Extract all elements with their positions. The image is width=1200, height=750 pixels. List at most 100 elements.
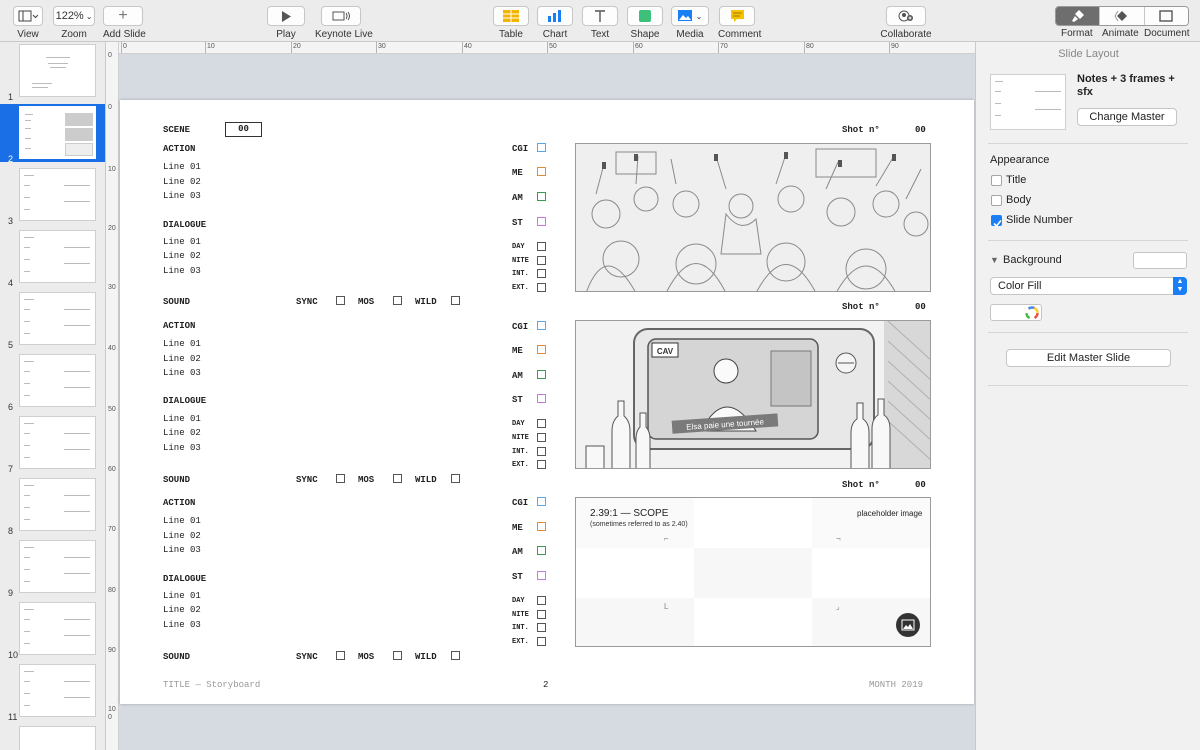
nite-checkbox[interactable] <box>537 256 546 265</box>
slide-thumbnail-3[interactable]: 3 <box>0 166 105 226</box>
storyboard-frame-3-placeholder[interactable]: 2.39:1 — SCOPE (sometimes referred to as… <box>575 497 931 647</box>
sync-checkbox[interactable] <box>336 651 345 660</box>
action-line: Line 03 <box>163 368 201 378</box>
add-slide-button[interactable]: + <box>103 6 143 26</box>
text-button[interactable] <box>582 6 618 26</box>
table-button[interactable] <box>493 6 529 26</box>
inspector-tabs[interactable] <box>1055 6 1189 26</box>
slide-number: 7 <box>8 464 14 474</box>
slide-thumbnail-12[interactable] <box>0 724 105 750</box>
media-placeholder-button[interactable] <box>896 613 920 637</box>
background-color-well[interactable] <box>1133 252 1187 269</box>
animate-tab[interactable] <box>1099 7 1144 25</box>
mos-checkbox[interactable] <box>393 474 402 483</box>
collaborate-button[interactable] <box>886 6 926 26</box>
play-control[interactable]: Play <box>267 6 305 40</box>
zoom-select[interactable]: 122% ⌄ <box>53 6 95 26</box>
wild-checkbox[interactable] <box>451 474 460 483</box>
me-checkbox[interactable] <box>537 167 546 176</box>
am-checkbox[interactable] <box>537 546 546 555</box>
dialogue-line: Line 01 <box>163 237 201 247</box>
nite-checkbox[interactable] <box>537 433 546 442</box>
view-control[interactable]: View <box>12 6 44 40</box>
st-checkbox[interactable] <box>537 571 546 580</box>
storyboard-frame-2[interactable]: Elsa paie une tournée CAV <box>575 320 931 469</box>
st-checkbox[interactable] <box>537 217 546 226</box>
day-checkbox[interactable] <box>537 596 546 605</box>
int-checkbox[interactable] <box>537 269 546 278</box>
fill-type-select[interactable]: Color Fill ▲ ▼ <box>990 277 1187 295</box>
chart-control[interactable]: Chart <box>537 6 573 40</box>
ruler-mark: 90 <box>891 43 899 50</box>
scene-number-box[interactable]: 00 <box>225 122 262 137</box>
mos-checkbox[interactable] <box>393 296 402 305</box>
ext-checkbox[interactable] <box>537 637 546 646</box>
cgi-checkbox[interactable] <box>537 143 546 152</box>
int-checkbox[interactable] <box>537 623 546 632</box>
title-checkbox[interactable] <box>991 175 1002 186</box>
play-button[interactable] <box>267 6 305 26</box>
shot-label: Shot n° <box>842 302 880 312</box>
dialogue-line: Line 03 <box>163 266 201 276</box>
master-thumbnail[interactable] <box>990 74 1066 130</box>
comment-button[interactable] <box>719 6 755 26</box>
crop-mark: L <box>664 602 669 611</box>
me-label: ME <box>512 168 523 178</box>
int-checkbox[interactable] <box>537 447 546 456</box>
slide-thumbnail-10[interactable]: 10 <box>0 600 105 660</box>
sync-checkbox[interactable] <box>336 474 345 483</box>
color-swatch[interactable] <box>990 304 1042 321</box>
slide-thumbnail-8[interactable]: 8 <box>0 476 105 536</box>
cgi-checkbox[interactable] <box>537 497 546 506</box>
shape-button[interactable] <box>627 6 663 26</box>
keynote-live-button[interactable] <box>321 6 361 26</box>
cgi-checkbox[interactable] <box>537 321 546 330</box>
slide-thumbnail-6[interactable]: 6 <box>0 352 105 412</box>
collaborate-control[interactable]: Collaborate <box>880 6 932 40</box>
mos-checkbox[interactable] <box>393 651 402 660</box>
media-button[interactable]: ⌄ <box>671 6 709 26</box>
disclosure-triangle-icon[interactable]: ▼ <box>990 255 999 265</box>
format-tab[interactable] <box>1056 7 1100 25</box>
chart-button[interactable] <box>537 6 573 26</box>
slide-thumbnail-9[interactable]: 9 <box>0 538 105 598</box>
change-master-button[interactable]: Change Master <box>1077 108 1177 126</box>
ext-checkbox[interactable] <box>537 460 546 469</box>
nite-label: NITE <box>512 611 529 619</box>
slide-thumbnail-11[interactable]: 11 <box>0 662 105 722</box>
sync-checkbox[interactable] <box>336 296 345 305</box>
zoom-control[interactable]: 122% ⌄ Zoom <box>53 6 95 40</box>
view-button[interactable] <box>13 6 43 26</box>
edit-master-slide-button[interactable]: Edit Master Slide <box>1006 349 1171 367</box>
slide-thumbnail-7[interactable]: 7 <box>0 414 105 474</box>
slide-2[interactable]: SCENE 00 ACTION Line 01 Line 02 Line 03 … <box>120 100 974 704</box>
ext-checkbox[interactable] <box>537 283 546 292</box>
wild-checkbox[interactable] <box>451 651 460 660</box>
slide-thumbnail-2[interactable]: 2 <box>0 104 105 164</box>
day-checkbox[interactable] <box>537 419 546 428</box>
body-checkbox[interactable] <box>991 195 1002 206</box>
media-control[interactable]: ⌄ Media <box>670 6 710 40</box>
slide-thumbnail-5[interactable]: 5 <box>0 290 105 350</box>
slide-number-checkbox[interactable] <box>991 215 1002 228</box>
nite-checkbox[interactable] <box>537 610 546 619</box>
slide-thumbnail-1[interactable]: 1 <box>0 42 105 102</box>
comment-control[interactable]: Comment <box>718 6 761 40</box>
am-checkbox[interactable] <box>537 370 546 379</box>
storyboard-frame-1[interactable] <box>575 143 931 292</box>
add-slide-control[interactable]: + Add Slide <box>103 6 146 40</box>
me-checkbox[interactable] <box>537 345 546 354</box>
st-checkbox[interactable] <box>537 394 546 403</box>
wild-checkbox[interactable] <box>451 296 460 305</box>
am-checkbox[interactable] <box>537 192 546 201</box>
document-tab[interactable] <box>1143 7 1188 25</box>
day-checkbox[interactable] <box>537 242 546 251</box>
slide-thumbnail-4[interactable]: 4 <box>0 228 105 288</box>
inspector-panel: Slide Layout Notes + 3 frames + sfx Chan… <box>975 42 1200 750</box>
keynote-live-control[interactable]: Keynote Live <box>315 6 373 40</box>
am-label: AM <box>512 371 523 381</box>
text-control[interactable]: Text <box>582 6 618 40</box>
shape-control[interactable]: Shape <box>627 6 663 40</box>
me-checkbox[interactable] <box>537 522 546 531</box>
table-control[interactable]: Table <box>492 6 530 40</box>
